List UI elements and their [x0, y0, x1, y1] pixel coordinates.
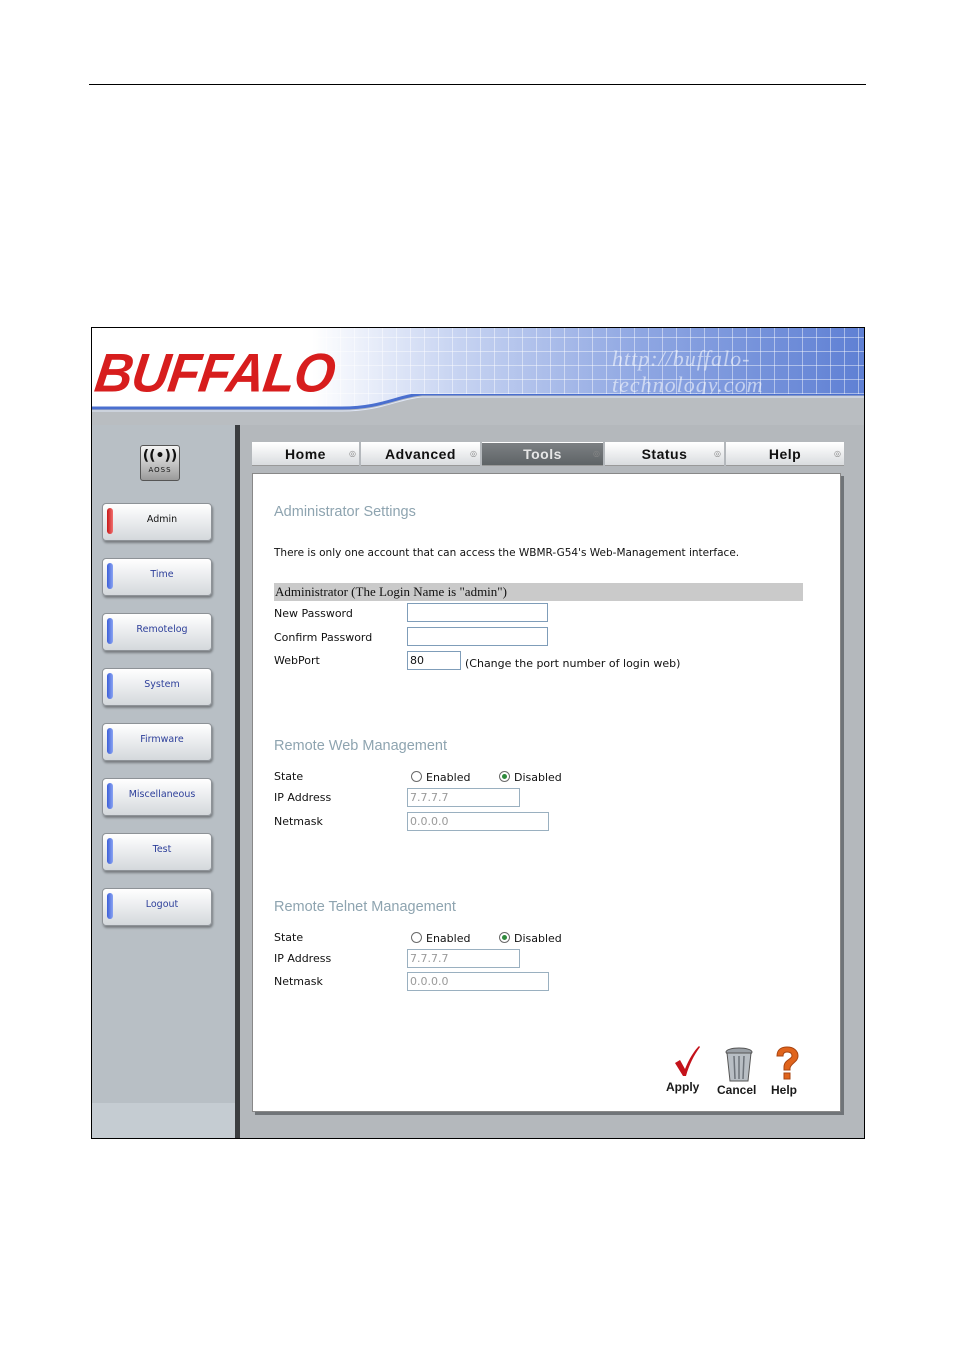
- help-label: Help: [771, 1083, 798, 1097]
- remote-web-ip-label: IP Address: [274, 791, 332, 804]
- sidebar-item-time[interactable]: Time: [102, 558, 212, 596]
- remote-web-disabled-radio[interactable]: [499, 771, 510, 782]
- remote-telnet-enabled-label: Enabled: [426, 932, 471, 945]
- settings-panel: Administrator Settings There is only one…: [252, 473, 841, 1112]
- sidebar-item-admin[interactable]: Admin: [102, 503, 212, 541]
- sidebar-item-label: Remotelog: [136, 624, 188, 635]
- sidebar-item-remotelog[interactable]: Remotelog: [102, 613, 212, 651]
- tab-home[interactable]: Home ◎: [252, 442, 359, 466]
- tab-label: Advanced: [385, 446, 456, 462]
- tab-label: Home: [285, 446, 326, 462]
- remote-web-state-label: State: [274, 770, 304, 783]
- new-password-field[interactable]: [407, 603, 548, 622]
- tab-dot-icon: ◎: [834, 449, 841, 458]
- sidebar-item-label: Admin: [146, 514, 178, 525]
- remote-telnet-ip-label: IP Address: [274, 952, 332, 965]
- checkmark-icon: [675, 1046, 700, 1076]
- apply-button[interactable]: [672, 1044, 702, 1078]
- question-mark-icon: [776, 1046, 799, 1080]
- remote-telnet-netmask-field[interactable]: 0.0.0.0: [407, 972, 549, 991]
- tab-label: Status: [641, 446, 688, 462]
- help-button[interactable]: [772, 1046, 802, 1082]
- webport-field[interactable]: 80: [407, 651, 461, 670]
- sidebar-item-label: Logout: [145, 899, 179, 910]
- remote-telnet-ip-field[interactable]: 7.7.7.7: [407, 949, 520, 968]
- tab-dot-icon: ◎: [593, 449, 600, 458]
- page-top-rule: [89, 84, 866, 85]
- sidebar-item-miscellaneous[interactable]: Miscellaneous: [102, 778, 212, 816]
- admin-section-title: Administrator Settings: [274, 504, 416, 520]
- new-password-label: New Password: [274, 607, 353, 620]
- remote-web-netmask-field[interactable]: 0.0.0.0: [407, 812, 549, 831]
- sidebar-item-label: System: [144, 679, 180, 690]
- sidebar-item-label: Firmware: [140, 734, 184, 745]
- sidebar-footer: [92, 1103, 235, 1138]
- remote-telnet-state-label: State: [274, 931, 304, 944]
- remote-web-disabled-label: Disabled: [514, 771, 562, 784]
- tab-tools[interactable]: Tools ◎: [482, 442, 603, 466]
- remote-telnet-disabled-label: Disabled: [514, 932, 562, 945]
- sidebar-item-firmware[interactable]: Firmware: [102, 723, 212, 761]
- remote-web-enabled-radio[interactable]: [411, 771, 422, 782]
- tab-dot-icon: ◎: [349, 449, 356, 458]
- cancel-button[interactable]: [723, 1047, 755, 1083]
- tab-label: Tools: [523, 446, 562, 462]
- remote-telnet-disabled-radio[interactable]: [499, 932, 510, 943]
- webport-hint: (Change the port number of login web): [465, 657, 681, 670]
- sidebar-item-system[interactable]: System: [102, 668, 212, 706]
- header: http://buffalo-technology.com BUFFALO: [92, 328, 864, 425]
- tab-bar: Home ◎ Advanced ◎ Tools ◎ Status ◎ Help ◎: [252, 442, 844, 466]
- aoss-button[interactable]: ((•)) AOSS: [140, 445, 180, 481]
- router-admin-window: http://buffalo-technology.com BUFFALO ((…: [91, 327, 865, 1139]
- remote-web-netmask-label: Netmask: [274, 815, 323, 828]
- aoss-label: AOSS: [148, 466, 172, 474]
- remote-web-ip-field[interactable]: 7.7.7.7: [407, 788, 520, 807]
- webport-label: WebPort: [274, 654, 320, 667]
- cancel-label: Cancel: [717, 1083, 757, 1097]
- sidebar-item-test[interactable]: Test: [102, 833, 212, 871]
- aoss-icon: ((•)): [142, 448, 178, 464]
- remote-telnet-section-title: Remote Telnet Management: [274, 899, 456, 915]
- sidebar-item-label: Miscellaneous: [128, 789, 196, 800]
- admin-header-bar: Administrator (The Login Name is "admin"…: [274, 583, 803, 601]
- tab-help[interactable]: Help ◎: [726, 442, 844, 466]
- apply-label: Apply: [666, 1080, 700, 1094]
- remote-web-section-title: Remote Web Management: [274, 738, 448, 754]
- trash-can-icon: [725, 1047, 753, 1082]
- sidebar-item-logout[interactable]: Logout: [102, 888, 212, 926]
- tab-advanced[interactable]: Advanced ◎: [361, 442, 480, 466]
- tab-dot-icon: ◎: [470, 449, 477, 458]
- sidebar: ((•)) AOSS Admin Time Remotelog System F…: [92, 425, 235, 1138]
- tab-label: Help: [768, 446, 802, 462]
- buffalo-logo: BUFFALO: [92, 343, 339, 404]
- header-watermark: http://buffalo-technology.com: [612, 346, 764, 397]
- confirm-password-field[interactable]: [407, 627, 548, 646]
- tab-status[interactable]: Status ◎: [605, 442, 724, 466]
- remote-web-enabled-label: Enabled: [426, 771, 471, 784]
- sidebar-item-label: Time: [150, 569, 174, 580]
- admin-header-label: Administrator (The Login Name is "admin"…: [275, 584, 507, 599]
- remote-telnet-enabled-radio[interactable]: [411, 932, 422, 943]
- sidebar-item-label: Test: [152, 844, 172, 855]
- tab-dot-icon: ◎: [714, 449, 721, 458]
- admin-description: There is only one account that can acces…: [274, 547, 740, 559]
- remote-telnet-netmask-label: Netmask: [274, 975, 323, 988]
- confirm-password-label: Confirm Password: [274, 631, 373, 644]
